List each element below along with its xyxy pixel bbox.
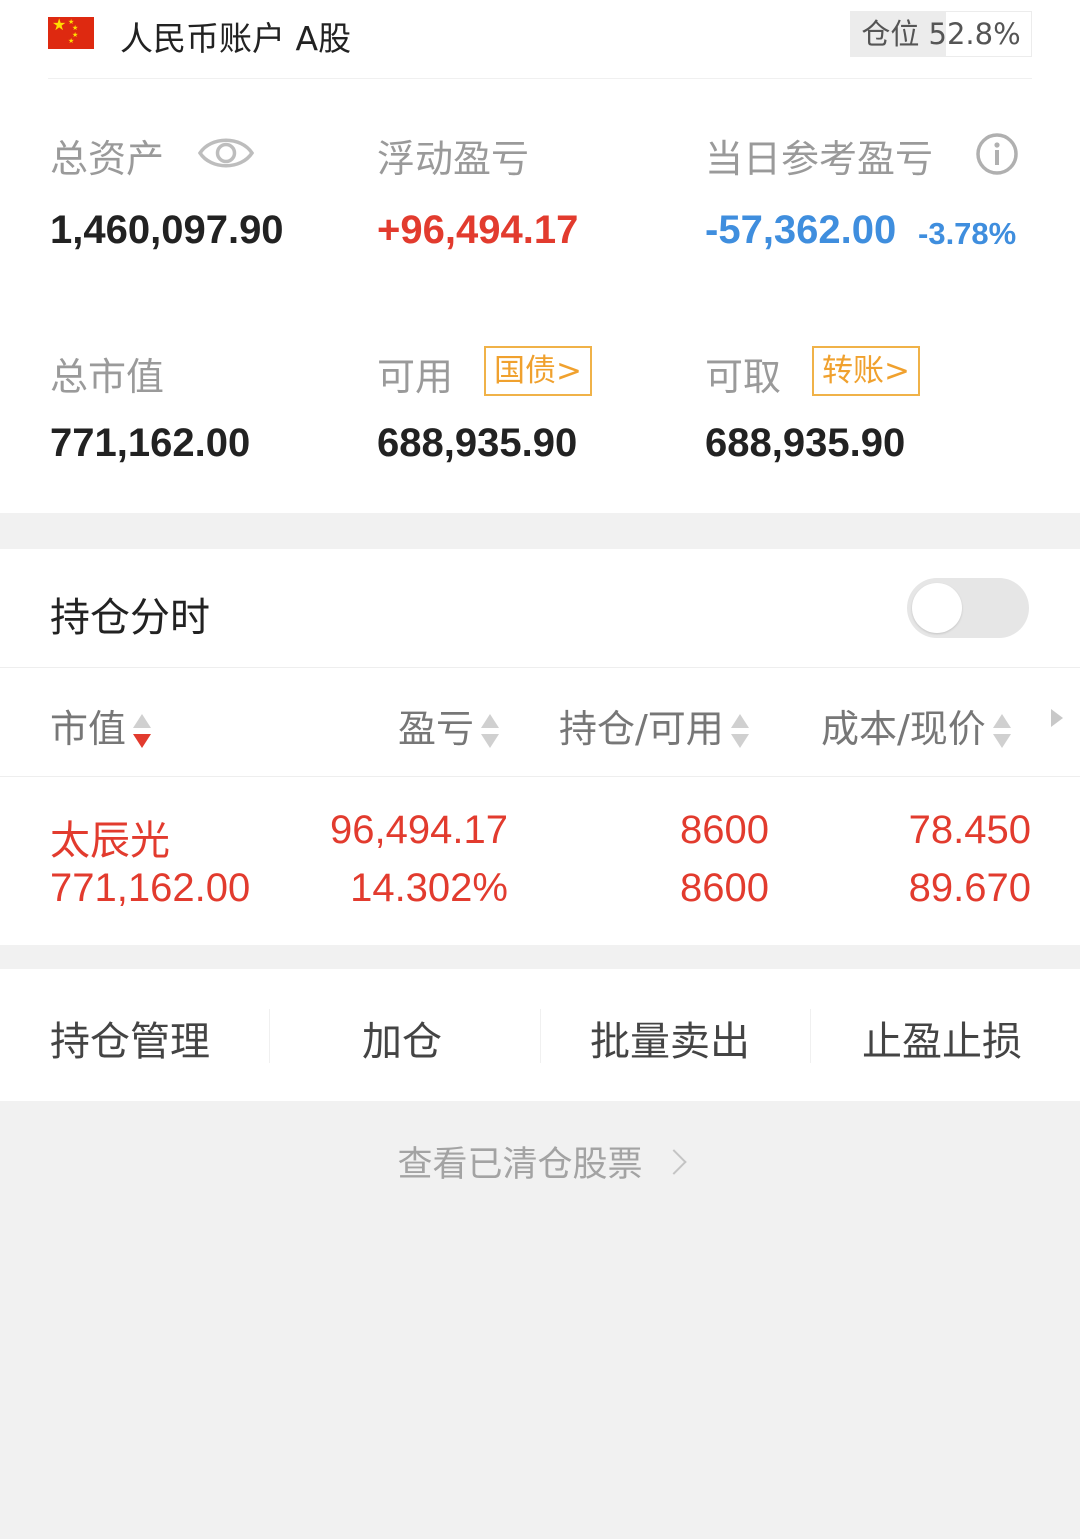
divider [540,1009,541,1063]
sort-desc-icon [132,712,152,752]
holdings-table: 市值 盈亏 持仓/可用 成本/现价 太辰光 771,162.00 96,494.… [0,667,1080,945]
sort-icon [730,712,750,752]
total-assets-value: 1,460,097.90 [50,208,284,252]
available-label: 可用 [377,355,454,399]
stock-name: 太辰光 [50,819,170,863]
floating-pl-value: +96,494.17 [377,208,579,252]
divider [269,1009,270,1063]
transfer-button[interactable]: 转账> [812,346,920,396]
holding-timeshare-row: 持仓分时 [0,549,1080,667]
toggle-knob [912,583,962,633]
header-pl[interactable]: 盈亏 [398,698,500,753]
info-icon[interactable] [975,132,1019,176]
daily-pl-percent: -3.78% [918,216,1017,251]
account-summary-card: ★ ★ ★ ★ ★ 人民币账户 A股 仓位 52.8% 总资产 1,460,09… [0,0,1080,513]
view-cleared-stocks-link[interactable]: 查看已清仓股票 [0,1136,1080,1187]
header-cost-price[interactable]: 成本/现价 [821,698,1012,753]
daily-pl-label: 当日参考盈亏 [705,137,934,181]
stock-price: 89.670 [908,866,1031,910]
total-assets-label: 总资产 [50,137,165,181]
sort-icon [992,712,1012,752]
stock-pl: 96,494.17 [330,808,508,852]
holding-timeshare-toggle[interactable] [907,578,1029,638]
withdrawable-label: 可取 [705,355,782,399]
china-flag-icon: ★ ★ ★ ★ ★ [48,17,94,49]
divider [810,1009,811,1063]
eye-icon[interactable] [197,130,255,176]
stock-available: 8600 [680,866,769,910]
market-value-label: 总市值 [50,355,165,399]
account-title: 人民币账户 A股 [120,19,352,58]
sort-icon [480,712,500,752]
holding-actions-bar: 持仓管理 加仓 批量卖出 止盈止损 [0,969,1080,1101]
holding-manage-button[interactable]: 持仓管理 [50,1009,210,1067]
stock-position: 8600 [680,808,769,852]
divider [0,776,1080,777]
position-ratio-badge: 仓位 52.8% [850,11,1032,57]
chevron-right-icon [660,1149,687,1175]
holding-timeshare-label: 持仓分时 [50,595,210,641]
floating-pl-label: 浮动盈亏 [377,137,530,181]
divider [48,78,1032,79]
scroll-right-icon[interactable] [1051,709,1063,727]
daily-pl-value: -57,362.00 [705,208,897,252]
batch-sell-button[interactable]: 批量卖出 [590,1009,750,1067]
header-position-available[interactable]: 持仓/可用 [559,698,750,753]
treasury-bond-button[interactable]: 国债> [484,346,592,396]
stock-market-value: 771,162.00 [50,866,251,910]
stock-cost: 78.450 [908,808,1031,852]
take-profit-stop-loss-button[interactable]: 止盈止损 [862,1009,1022,1067]
market-value-value: 771,162.00 [50,421,251,465]
stock-pl-percent: 14.302% [350,866,508,910]
withdrawable-value: 688,935.90 [705,421,906,465]
add-position-button[interactable]: 加仓 [362,1009,442,1067]
header-market-value[interactable]: 市值 [50,698,152,753]
available-value: 688,935.90 [377,421,578,465]
account-header[interactable]: ★ ★ ★ ★ ★ 人民币账户 A股 仓位 52.8% [0,0,1080,76]
